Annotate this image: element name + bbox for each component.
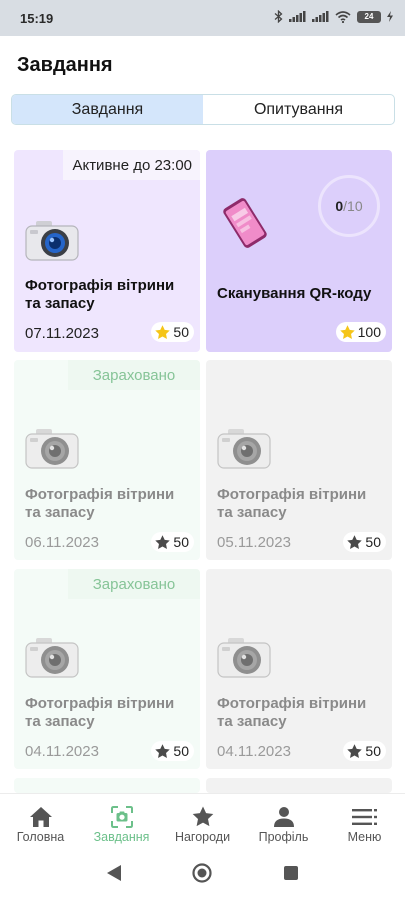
- credited-badge: Зараховано: [68, 360, 200, 390]
- nav-label: Нагороди: [174, 830, 231, 844]
- star-icon: [347, 743, 363, 758]
- task-card[interactable]: 0/10 Сканування QR-коду 100: [206, 150, 392, 352]
- nav-tasks[interactable]: Завдання: [81, 794, 162, 848]
- points-badge: 50: [151, 532, 194, 552]
- task-date: 07.11.2023: [25, 325, 99, 342]
- camera-icon: [25, 221, 79, 261]
- person-icon: [273, 807, 294, 827]
- task-title: Сканування QR-коду: [217, 285, 372, 302]
- points-badge: 50: [151, 322, 194, 342]
- star-icon: [347, 534, 363, 549]
- home-button-icon[interactable]: [192, 863, 212, 883]
- task-card[interactable]: Активне до 23:00 Фотографія вітрини та з…: [14, 150, 200, 352]
- task-date: 04.11.2023: [25, 743, 99, 760]
- nav-menu[interactable]: Меню: [324, 794, 405, 848]
- scan-task-icon: [110, 806, 133, 828]
- points-value: 50: [173, 743, 189, 759]
- back-icon[interactable]: [106, 864, 122, 882]
- star-icon: [155, 324, 171, 339]
- camera-icon: [25, 429, 79, 469]
- task-date: 05.11.2023: [217, 534, 291, 551]
- credited-badge: Зараховано: [68, 569, 200, 599]
- system-nav-bar: [0, 848, 405, 900]
- nav-label: Меню: [347, 830, 382, 844]
- task-card[interactable]: Фотографія вітрини та запасу 04.11.2023 …: [206, 569, 392, 769]
- battery-icon: 24: [357, 10, 381, 23]
- task-card[interactable]: Зараховано Фотографія вітрини та запасу …: [14, 569, 200, 769]
- battery-level: 24: [364, 12, 374, 21]
- points-badge: 50: [343, 532, 386, 552]
- nav-label: Завдання: [93, 830, 150, 844]
- task-title: Фотографія вітрини та запасу: [217, 486, 367, 521]
- task-date: 06.11.2023: [25, 534, 99, 551]
- home-icon: [29, 807, 52, 827]
- task-card[interactable]: Фотографія вітрини та запасу 05.11.2023 …: [206, 360, 392, 560]
- task-title: Фотографія вітрини та запасу: [25, 277, 175, 312]
- wifi-icon: [335, 10, 351, 23]
- points-value: 50: [365, 743, 381, 759]
- nav-label: Головна: [16, 830, 65, 844]
- points-value: 50: [365, 534, 381, 550]
- task-title: Фотографія вітрини та запасу: [25, 486, 175, 521]
- nav-label: Профіль: [258, 830, 309, 844]
- task-date: 04.11.2023: [217, 743, 291, 760]
- nav-home[interactable]: Головна: [0, 794, 81, 848]
- camera-icon: [217, 638, 271, 678]
- signal-icon: [289, 11, 306, 22]
- signal-icon: [312, 11, 329, 22]
- status-bar: 15:19 24: [0, 0, 405, 36]
- task-tabs: Завдання Опитування: [11, 94, 395, 125]
- menu-icon: [351, 809, 377, 825]
- camera-icon: [217, 429, 271, 469]
- camera-icon: [25, 638, 79, 678]
- charging-icon: [387, 11, 393, 22]
- task-title: Фотографія вітрини та запасу: [25, 695, 175, 730]
- star-icon: [192, 806, 213, 827]
- task-card[interactable]: [14, 778, 200, 793]
- points-badge: 50: [343, 741, 386, 761]
- status-icons: 24: [274, 10, 393, 23]
- task-title: Фотографія вітрини та запасу: [217, 695, 367, 730]
- phone-qr-icon: [223, 198, 267, 248]
- tab-surveys[interactable]: Опитування: [203, 95, 394, 124]
- page-title: Завдання: [17, 54, 113, 76]
- progress-ring: 0/10: [318, 175, 380, 237]
- progress-current: 0: [335, 198, 344, 214]
- points-badge: 100: [335, 322, 386, 342]
- star-icon: [339, 324, 355, 339]
- status-time: 15:19: [20, 11, 54, 26]
- points-value: 50: [173, 534, 189, 550]
- nav-profile[interactable]: Профіль: [243, 794, 324, 848]
- star-icon: [155, 743, 171, 758]
- bluetooth-icon: [274, 10, 283, 23]
- star-icon: [155, 534, 171, 549]
- tab-tasks[interactable]: Завдання: [12, 95, 203, 124]
- points-badge: 50: [151, 741, 194, 761]
- task-card[interactable]: Зараховано Фотографія вітрини та запасу …: [14, 360, 200, 560]
- points-value: 100: [357, 324, 381, 340]
- active-until-badge: Активне до 23:00: [63, 150, 200, 180]
- points-value: 50: [173, 324, 189, 340]
- nav-rewards[interactable]: Нагороди: [162, 794, 243, 848]
- recents-icon[interactable]: [283, 865, 299, 881]
- task-card[interactable]: [206, 778, 392, 793]
- progress-total: /10: [343, 198, 363, 214]
- bottom-nav: Головна Завдання Нагороди Профіль Меню: [0, 793, 405, 848]
